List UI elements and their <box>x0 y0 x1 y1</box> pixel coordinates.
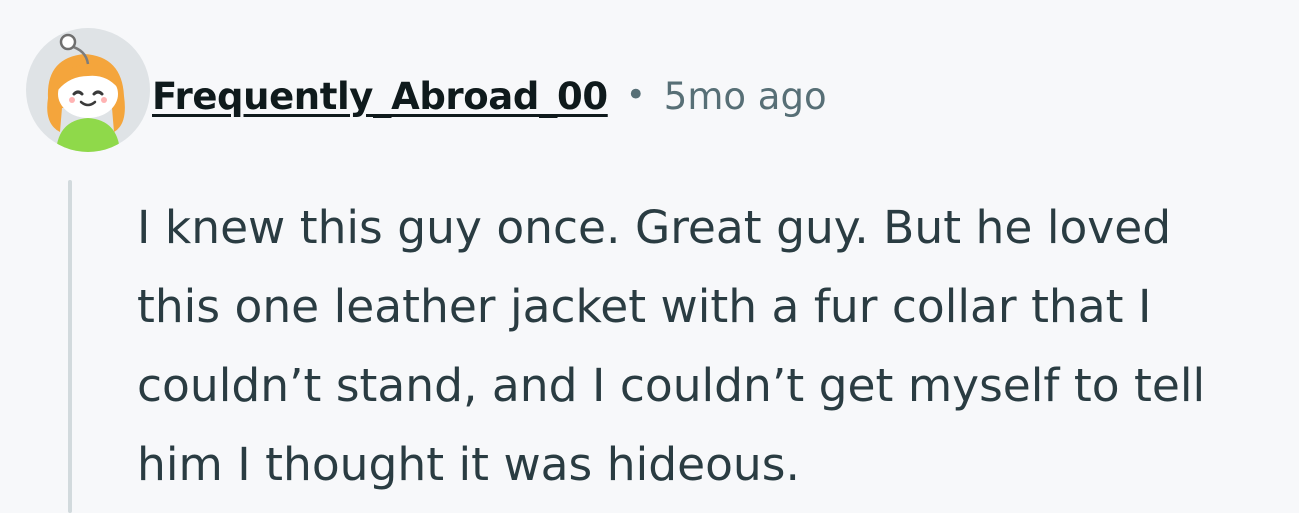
comment-body-line: I knew this guy once. Great guy. But he … <box>137 201 1172 254</box>
comment-meta: Frequently_Abroad_00 • 5mo ago <box>152 66 827 126</box>
comment-body-line: couldn’t stand, and I couldn’t get mysel… <box>137 359 1206 412</box>
avatar[interactable] <box>26 28 150 152</box>
comment-body: I knew this guy once. Great guy. But he … <box>137 188 1297 504</box>
comment: Frequently_Abroad_00 • 5mo ago I knew th… <box>0 0 1299 513</box>
comment-body-line: him I thought it was hideous. <box>137 438 800 491</box>
author-link[interactable]: Frequently_Abroad_00 <box>152 75 608 118</box>
comment-timestamp[interactable]: 5mo ago <box>664 75 827 118</box>
comment-body-line: this one leather jacket with a fur colla… <box>137 280 1152 333</box>
meta-separator: • <box>625 75 646 115</box>
thread-line[interactable] <box>68 180 72 513</box>
snoo-avatar-icon <box>26 28 150 152</box>
